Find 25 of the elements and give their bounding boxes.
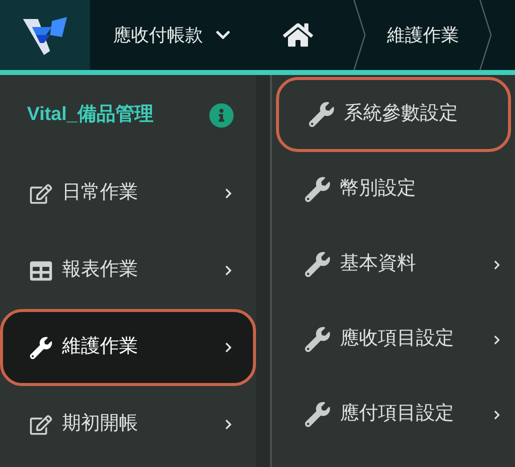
edit-icon [30,182,52,204]
submenu-item[interactable]: 應付項目設定 [272,377,515,452]
logo-icon[interactable] [22,15,68,55]
wrench-icon [305,177,330,202]
sidebar-item[interactable]: 維護作業 [0,309,256,386]
table-icon [30,260,52,282]
breadcrumb-separator-icon [353,0,367,70]
wrench-icon [305,327,330,352]
module-dropdown[interactable]: 應收付帳款 [113,22,231,48]
sidebar-item[interactable]: 報表作業 [0,232,256,309]
submenu-item[interactable]: 應收項目設定 [272,302,515,377]
submenu-item[interactable]: 基本資料 [272,227,515,302]
breadcrumb-item[interactable]: 維護作業 [387,22,459,48]
wrench-icon [305,402,330,427]
info-icon[interactable] [209,102,234,128]
sidebar-title: Vital_備品管理 [27,102,154,127]
sidebar-item[interactable]: 期初開帳 [0,386,256,463]
wrench-icon [30,336,52,358]
wrench-icon [305,252,330,277]
sidebar-item[interactable]: 日常作業 [0,155,256,232]
submenu-item[interactable]: 系統參數設定 [276,77,511,152]
submenu-item[interactable]: 幣別設定 [272,152,515,227]
breadcrumb-separator-icon [479,0,493,70]
wrench-icon [309,102,334,127]
edit-icon [30,414,52,436]
